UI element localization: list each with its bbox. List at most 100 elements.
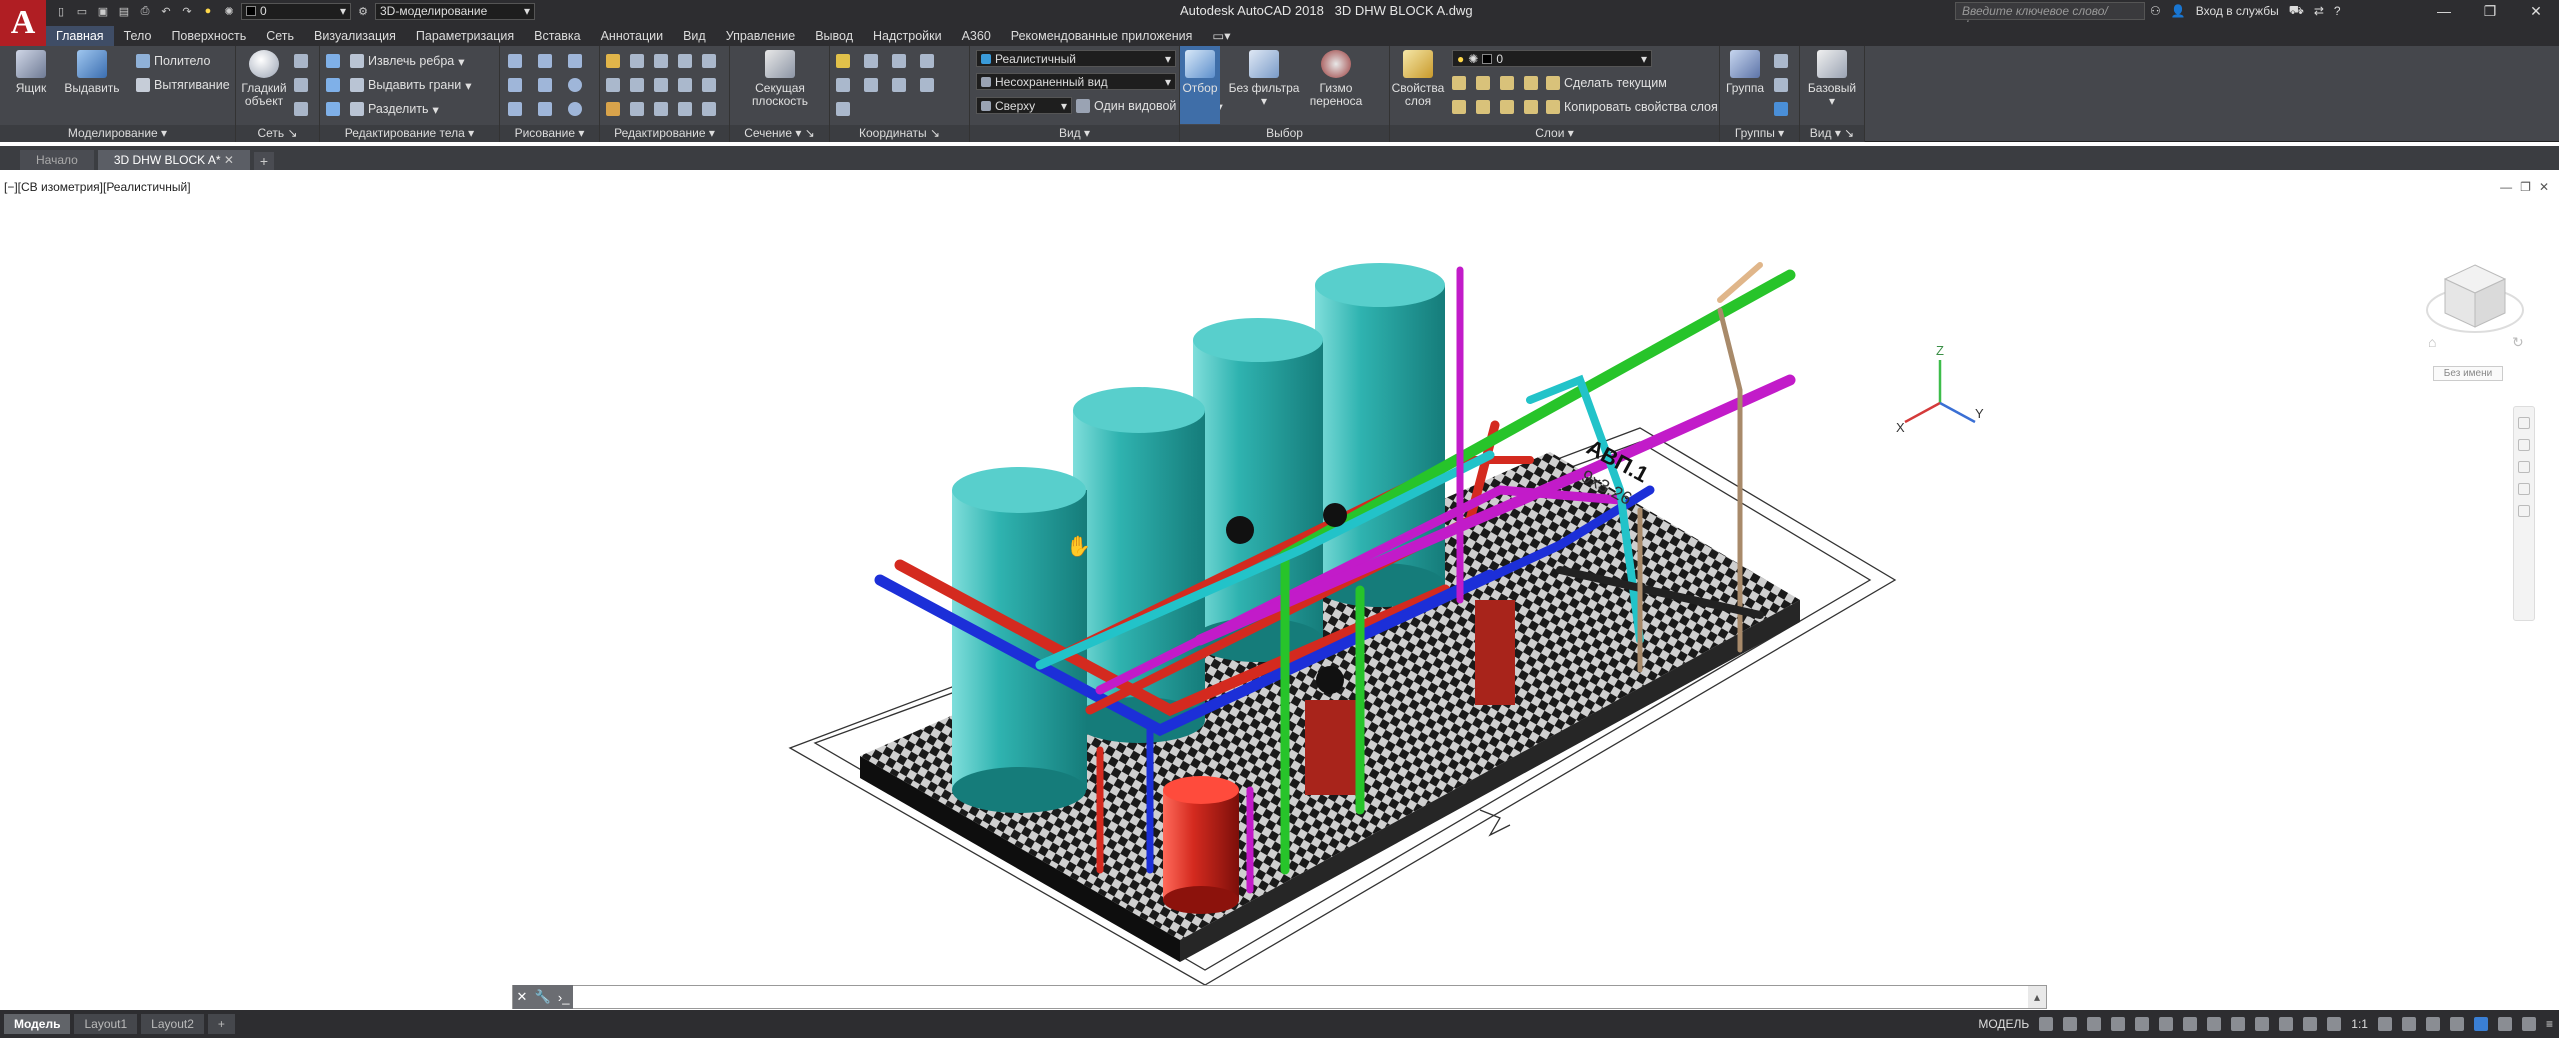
ribbon-tab[interactable]: Тело [114,26,162,46]
selection-panel-title[interactable]: Выбор [1180,125,1389,142]
autocad-logo[interactable]: A [0,0,46,46]
ribbon-options-icon[interactable]: ▭▾ [1202,26,1240,46]
culling-button[interactable]: Отбор [1180,46,1220,124]
layer-tool-icon[interactable] [1500,76,1514,90]
signin-link[interactable]: Вход в службы [2196,4,2279,18]
mesh-tool-icon[interactable] [294,102,308,116]
array-icon[interactable] [606,102,620,116]
undo-icon[interactable]: ↶ [157,3,175,19]
group-edit-icon[interactable] [1774,78,1788,92]
redo-icon[interactable]: ↷ [178,3,196,19]
ribbon-tab[interactable]: Главная [46,26,114,46]
ribbon-tab[interactable]: Вставка [524,26,590,46]
ribbon-tab[interactable]: Надстройки [863,26,952,46]
stretch-icon[interactable] [606,78,620,92]
polygon-icon[interactable] [508,102,522,116]
rectangle-icon[interactable] [538,102,552,116]
offset-icon[interactable] [702,78,716,92]
close-button[interactable]: ✕ [2513,0,2559,22]
viewport-controls-label[interactable]: [−][СВ изометрия][Реалистичный] [4,180,191,194]
ucs-x-icon[interactable] [836,78,850,92]
ribbon-tab[interactable]: Визуализация [304,26,406,46]
ungroup-icon[interactable] [1774,54,1788,68]
sun-icon[interactable]: ✺ [220,3,238,19]
isolate-objects-icon[interactable] [2473,1017,2488,1031]
spline-icon[interactable] [508,78,522,92]
selection-cycling-icon[interactable] [2255,1017,2270,1031]
osnap-tracking-icon[interactable] [2159,1017,2174,1031]
close-icon[interactable]: ✕ [517,989,528,1005]
search-input[interactable]: Введите ключевое слово/фразу [1955,2,2145,32]
layout-tab[interactable]: Layout2 [141,1014,204,1034]
intersect-icon[interactable] [326,102,340,116]
extrude-faces-button[interactable]: Выдавить грани ▾ [350,74,472,96]
ribbon-tab[interactable]: Поверхность [161,26,256,46]
ucs-view-icon[interactable] [920,78,934,92]
document-tab[interactable]: Начало [20,150,94,170]
ucs-object-icon[interactable] [836,102,850,116]
new-tab-button[interactable]: + [253,152,274,170]
base-view-panel-title[interactable]: Вид ▾ ↘ [1800,125,1864,142]
construction-line-icon[interactable] [538,78,552,92]
copy-icon[interactable] [654,78,668,92]
top-view-dropdown[interactable]: Сверху ▾ [976,97,1072,114]
pan-icon[interactable] [2518,439,2530,451]
customize-icon[interactable]: 🔧 [535,989,551,1005]
separate-button[interactable]: Разделить ▾ [350,98,439,120]
fillet-icon[interactable] [606,54,620,68]
document-tab[interactable]: 3D DHW BLOCK A* ✕ [97,150,250,170]
groups-panel-title[interactable]: Группы ▾ [1720,125,1799,142]
exchange-icon[interactable]: ⇄ [2314,4,2324,18]
ribbon-tab[interactable]: Сеть [256,26,304,46]
ribbon-tab[interactable]: A360 [952,26,1001,46]
polyline-icon[interactable] [538,54,552,68]
workspace-dropdown[interactable]: 3D-моделирование ▾ [375,2,535,20]
lineweight-icon[interactable] [2207,1017,2222,1031]
model-space-button[interactable]: МОДЕЛЬ [1978,1017,2029,1031]
layer-select-dropdown[interactable]: ● ✺ 0 ▾ [1452,50,1652,67]
osnap-icon[interactable] [2183,1017,2198,1031]
steering-wheel-icon[interactable] [2518,417,2530,429]
transparency-icon[interactable] [2231,1017,2246,1031]
hardware-acceleration-icon[interactable] [2497,1017,2512,1031]
ucs-y-icon[interactable] [864,78,878,92]
line-icon[interactable] [508,54,522,68]
workspace-switch-icon[interactable] [2377,1017,2392,1031]
chevron-up-icon[interactable]: ▴ [2028,990,2046,1004]
layer-tool-icon[interactable] [1524,76,1538,90]
rotate-icon[interactable] [654,54,668,68]
erase-icon[interactable] [702,54,716,68]
subtract-icon[interactable] [326,78,340,92]
align-icon[interactable] [654,102,668,116]
layer-tool-icon[interactable] [1524,100,1538,114]
group-select-icon[interactable] [1774,102,1788,116]
presspull-button[interactable]: Вытягивание [136,74,230,96]
print-icon[interactable]: ⎙ [136,3,154,19]
layout-tab[interactable]: Модель [4,1014,71,1034]
customization-icon[interactable]: ≡ [2546,1017,2553,1031]
ortho-icon[interactable] [2087,1017,2102,1031]
ribbon-tab[interactable]: Параметризация [406,26,524,46]
ribbon-tab[interactable]: Вывод [805,26,863,46]
ucs-icon[interactable] [836,54,850,68]
ucs-menu[interactable]: Без имени [2433,366,2503,381]
annotation-monitor-icon[interactable] [2401,1017,2416,1031]
draw-panel-title[interactable]: Рисование ▾ [500,125,599,142]
mesh-panel-title[interactable]: Сеть ↘ [236,125,319,142]
viewport-close-icon[interactable]: ✕ [2539,180,2549,194]
binoculars-icon[interactable]: ⚇ [2150,4,2161,18]
annotation-scale-dropdown[interactable]: 1:1 [2351,1017,2368,1031]
circle-icon[interactable] [568,78,582,92]
explode-icon[interactable] [630,102,644,116]
viewport-minimize-icon[interactable]: — [2500,180,2512,194]
quick-properties-icon[interactable] [2449,1017,2464,1031]
ucs-world-icon[interactable] [920,54,934,68]
ucs-3point-icon[interactable] [892,78,906,92]
layer-tool-icon[interactable] [1500,100,1514,114]
modeling-panel-title[interactable]: Моделирование ▾ [0,125,235,142]
snap-icon[interactable] [2063,1017,2078,1031]
units-icon[interactable] [2425,1017,2440,1031]
visual-style-dropdown[interactable]: Реалистичный ▾ [976,50,1176,67]
ribbon-tab[interactable]: Управление [716,26,806,46]
section-plane-button[interactable]: Секущая плоскость [742,50,818,108]
